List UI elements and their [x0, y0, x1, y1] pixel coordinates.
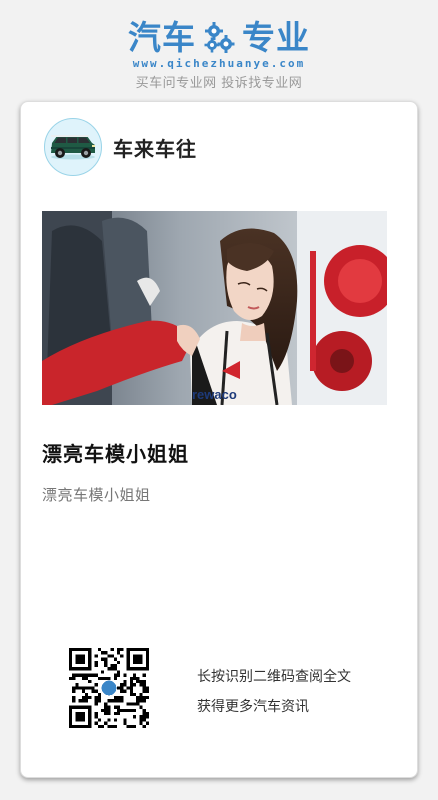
qr-instructions: 长按识别二维码查阅全文 获得更多汽车资讯	[197, 662, 351, 722]
site-logo[interactable]: 汽车 专业	[0, 18, 438, 58]
article-title[interactable]: 漂亮车模小姐姐	[42, 438, 189, 467]
site-slogan: 买车问专业网 投诉找专业网	[135, 76, 303, 91]
car-icon	[51, 135, 95, 160]
gear-icon	[204, 22, 235, 53]
header: 汽车 专业 www.qichezhuanye.com 买车问专业网 投诉找专业网	[0, 0, 438, 100]
article-summary: 漂亮车模小姐姐	[42, 486, 151, 504]
qr-instruction-line1: 长按识别二维码查阅全文	[197, 669, 351, 685]
qr-code[interactable]	[69, 648, 149, 728]
qr-code-image	[69, 648, 149, 728]
photo-image: rewaco	[42, 211, 387, 405]
channel-name[interactable]: 车来车往	[113, 133, 197, 162]
qr-instruction-line2: 获得更多汽车资讯	[197, 699, 309, 715]
article-photo[interactable]: rewaco	[42, 211, 387, 405]
logo-text-left: 汽车	[128, 18, 196, 57]
avatar[interactable]	[44, 118, 102, 176]
article-card[interactable]: 车来车往 rewaco 漂亮车模小姐姐 漂亮车模小姐姐 长按识别二维码查阅全文 …	[20, 101, 418, 778]
logo-text-right: 专业	[242, 18, 310, 57]
site-domain: www.qichezhuanye.com	[132, 57, 306, 70]
svg-text:rewaco: rewaco	[192, 387, 237, 402]
